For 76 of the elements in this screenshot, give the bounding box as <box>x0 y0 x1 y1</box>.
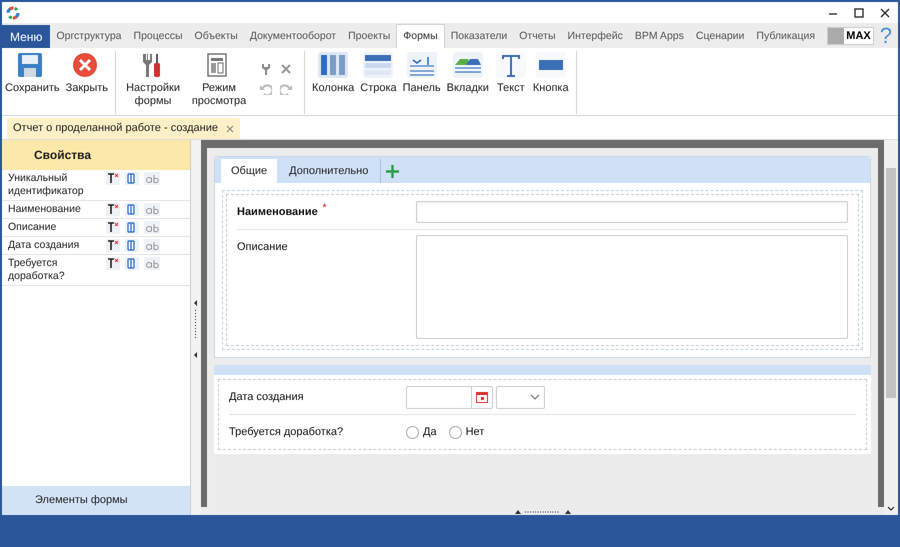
menu-button[interactable]: Меню <box>2 25 50 48</box>
columns-icon <box>317 51 350 79</box>
splitter-handle-icon <box>512 508 572 514</box>
ribbon-button[interactable]: Сохранить <box>2 51 63 95</box>
field-label: Описание <box>237 240 289 255</box>
undo-icon <box>260 83 272 95</box>
ribbon-button[interactable]: Закрыть <box>62 51 112 95</box>
rectangle-icon <box>534 51 567 79</box>
property-label[interactable]: Требуется доработка? <box>8 257 106 283</box>
chevron-down-icon <box>530 394 540 400</box>
wrench-icon <box>260 63 272 75</box>
ribbon-tab[interactable]: Оргструктура <box>50 25 128 48</box>
plus-icon <box>386 164 400 178</box>
ribbon-button[interactable]: Кнопка <box>530 51 572 95</box>
field-label: Требуется доработка? <box>229 424 344 440</box>
chevron-down-icon <box>887 506 895 511</box>
redo-icon <box>280 83 292 95</box>
ribbon-tab[interactable]: Интерфейс <box>562 25 629 48</box>
text-type-icon <box>106 257 120 270</box>
tabs-icon <box>452 51 484 79</box>
input-field[interactable] <box>416 201 848 223</box>
ribbon-tab[interactable]: Проекты <box>342 25 396 48</box>
mode-toggle[interactable]: MAX <box>827 27 874 45</box>
panel-footer[interactable]: Элементы формы <box>2 486 190 515</box>
field-label: Наименование <box>237 204 318 220</box>
ribbon-tab[interactable]: Формы <box>396 24 445 48</box>
property-label[interactable]: Дата создания <box>8 239 106 252</box>
scrollbar[interactable] <box>884 140 898 515</box>
ribbon-button[interactable]: Панель <box>400 51 444 95</box>
form-tab[interactable]: Общие <box>221 159 278 183</box>
column-type-icon <box>125 221 139 234</box>
ribbon-tab[interactable]: Процессы <box>128 25 189 48</box>
column-type-icon <box>125 203 139 216</box>
column-type-icon <box>125 172 139 185</box>
ribbon-tab[interactable]: Документооборот <box>244 25 342 48</box>
text-type-icon <box>106 203 120 216</box>
form-tab[interactable]: Дополнительно <box>277 159 382 183</box>
column-type-icon <box>125 239 139 252</box>
date-field[interactable] <box>406 386 493 408</box>
column-type-icon <box>125 257 139 270</box>
field-label: Дата создания <box>229 390 305 405</box>
ribbon-tab[interactable]: Объекты <box>188 25 244 48</box>
ribbon-button[interactable]: Текст <box>492 51 530 95</box>
radio-option[interactable]: Да <box>406 424 437 440</box>
property-label[interactable]: Описание <box>8 221 106 234</box>
text-area[interactable] <box>416 235 848 339</box>
ribbon-tab[interactable]: BPM Apps <box>628 25 690 48</box>
text-type-icon <box>106 239 120 252</box>
property-label[interactable]: Уникальный идентификатор <box>8 172 106 198</box>
text-type-icon <box>106 221 120 234</box>
ribbon-button[interactable]: Колонка <box>309 51 358 95</box>
panel-header: Свойства <box>2 140 190 170</box>
ribbon-button[interactable]: Вкладки <box>444 51 492 95</box>
app-logo-icon <box>6 6 20 20</box>
ribbon-tab[interactable]: Сценарии <box>690 25 750 48</box>
ribbon-tab[interactable]: Отчеты <box>513 25 562 48</box>
document-tab[interactable]: Отчет о проделанной работе - создание <box>7 118 240 139</box>
ribbon-tab[interactable]: Показатели <box>444 25 514 48</box>
x-icon <box>280 63 292 75</box>
letter-icon <box>494 51 527 79</box>
maximize-icon <box>854 8 864 18</box>
calendar-icon <box>476 392 488 402</box>
ribbon-button[interactable]: Строка <box>357 51 400 95</box>
close-icon <box>880 8 890 18</box>
ribbon-tab[interactable]: Публикация <box>750 25 822 48</box>
rows-icon <box>362 51 394 79</box>
time-dropdown[interactable] <box>496 386 545 408</box>
panel-icon <box>406 51 438 79</box>
property-label[interactable]: Наименование <box>8 203 106 216</box>
close-icon <box>226 124 234 132</box>
radio-option[interactable]: Нет <box>448 424 484 440</box>
text-type-icon <box>106 172 120 185</box>
ribbon-button[interactable]: Режим просмотра <box>186 51 252 108</box>
ribbon-button[interactable]: Настройки формы <box>120 51 186 108</box>
required-mark: * <box>322 201 326 214</box>
splitter-handle-icon <box>194 298 198 358</box>
